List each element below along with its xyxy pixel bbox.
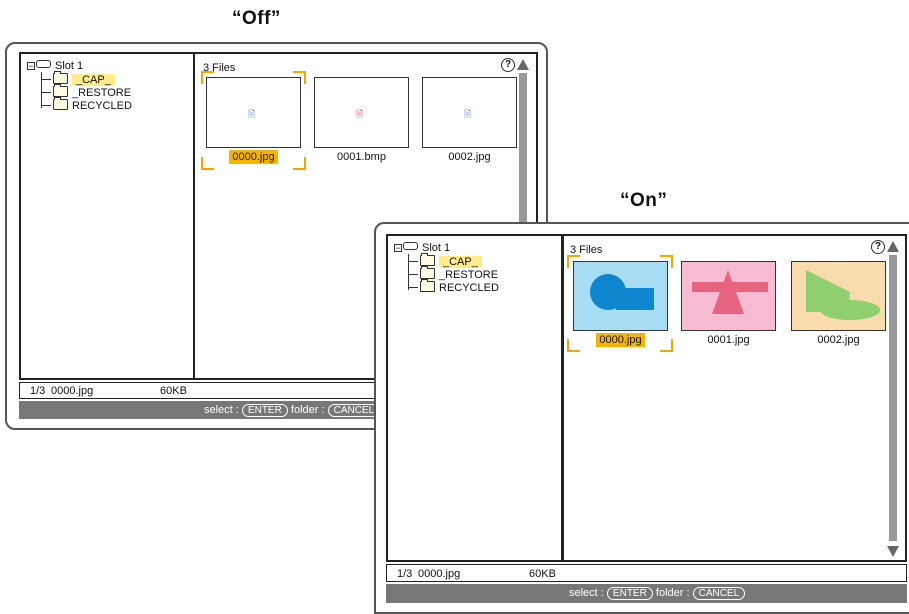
folder-icon <box>53 84 68 97</box>
hint-select-label: select : <box>204 404 239 416</box>
help-icon[interactable]: ? <box>871 240 885 254</box>
tree-folder-recycled[interactable]: RECYCLED <box>53 97 132 112</box>
file-thumbnail[interactable]: 🖹 <box>314 77 409 148</box>
tree-folder-restore[interactable]: _RESTORE <box>53 84 132 99</box>
tree-folder-label: _RESTORE <box>439 269 499 281</box>
folder-icon <box>420 266 435 279</box>
folder-icon <box>53 97 68 110</box>
tree-folder-cap[interactable]: _CAP_ <box>420 253 482 268</box>
bitmap-file-icon: 🖹 <box>356 109 364 119</box>
status-file: 0000.jpg <box>51 385 94 397</box>
tree-folder-label: RECYCLED <box>72 100 132 112</box>
tree-folder-label: RECYCLED <box>439 282 499 294</box>
file-name: 0001.jpg <box>707 334 750 346</box>
file-name: 0001.bmp <box>337 151 386 163</box>
enter-key-button[interactable]: ENTER <box>241 404 288 417</box>
cancel-key-button[interactable]: CANCEL <box>692 587 746 600</box>
collapse-icon[interactable]: − <box>394 244 402 253</box>
thumbnail-image <box>590 274 654 310</box>
image-file-icon: 🖹 <box>464 109 472 119</box>
folder-tree: − Slot 1 _CAP_ _RESTORE RECYCLED <box>386 234 563 562</box>
hint-select-label: select : <box>569 587 604 599</box>
image-thumbnail[interactable] <box>681 261 776 331</box>
tree-folder-restore[interactable]: _RESTORE <box>420 266 499 281</box>
file-pane: 3 Files ? 0000.jpg 0001.jpg 0002.jpg <box>562 234 907 562</box>
scroll-up-arrow-icon[interactable] <box>517 59 529 70</box>
caption-on: “On” <box>620 190 668 211</box>
status-size: 60KB <box>160 385 187 397</box>
image-thumbnail[interactable] <box>791 261 886 331</box>
tree-folder-cap[interactable]: _CAP_ <box>53 71 115 86</box>
folder-icon <box>420 279 435 292</box>
open-folder-icon <box>420 253 435 266</box>
thumbnail-image <box>692 270 768 314</box>
scroll-up-arrow-icon[interactable] <box>887 241 899 252</box>
folder-tree: − Slot 1 _CAP_ _RESTORE RECYCLED <box>19 52 195 380</box>
status-file: 0000.jpg <box>418 568 461 580</box>
tree-folder-label: _CAP_ <box>439 256 482 268</box>
hint-bar: select : ENTER folder : CANCEL <box>386 584 907 603</box>
status-position: 1/3 <box>30 385 46 397</box>
hint-folder-label: folder : <box>655 587 690 599</box>
tree-folder-recycled[interactable]: RECYCLED <box>420 279 499 294</box>
file-thumbnail[interactable]: 🖹 <box>422 77 517 148</box>
scroll-down-arrow-icon[interactable] <box>887 546 899 557</box>
file-name: 0002.jpg <box>817 334 860 346</box>
file-name: 0002.jpg <box>448 151 491 163</box>
card-slot-icon <box>36 60 51 68</box>
file-thumbnail[interactable]: 🖹 <box>206 77 301 148</box>
scrollbar[interactable] <box>889 255 897 541</box>
cancel-key-button[interactable]: CANCEL <box>327 404 381 417</box>
open-folder-icon <box>53 71 68 84</box>
collapse-icon[interactable]: − <box>27 62 35 71</box>
help-icon[interactable]: ? <box>501 58 515 72</box>
status-size: 60KB <box>529 568 556 580</box>
tree-folder-label: _RESTORE <box>72 87 132 99</box>
file-name: 0000.jpg <box>206 150 301 164</box>
viewer-window-on: − Slot 1 _CAP_ _RESTORE RECYCLED 3 Files … <box>374 222 909 614</box>
hint-folder-label: folder : <box>290 404 325 416</box>
image-thumbnail[interactable] <box>573 261 668 331</box>
enter-key-button[interactable]: ENTER <box>606 587 653 600</box>
card-slot-icon <box>403 242 418 250</box>
caption-off: “Off” <box>232 8 281 29</box>
file-name: 0000.jpg <box>573 333 668 347</box>
status-position: 1/3 <box>397 568 413 580</box>
image-file-icon: 🖹 <box>248 109 256 119</box>
tree-folder-label: _CAP_ <box>72 74 115 86</box>
thumbnail-image <box>806 270 880 320</box>
status-bar: 1/3 0000.jpg 60KB <box>386 564 907 582</box>
